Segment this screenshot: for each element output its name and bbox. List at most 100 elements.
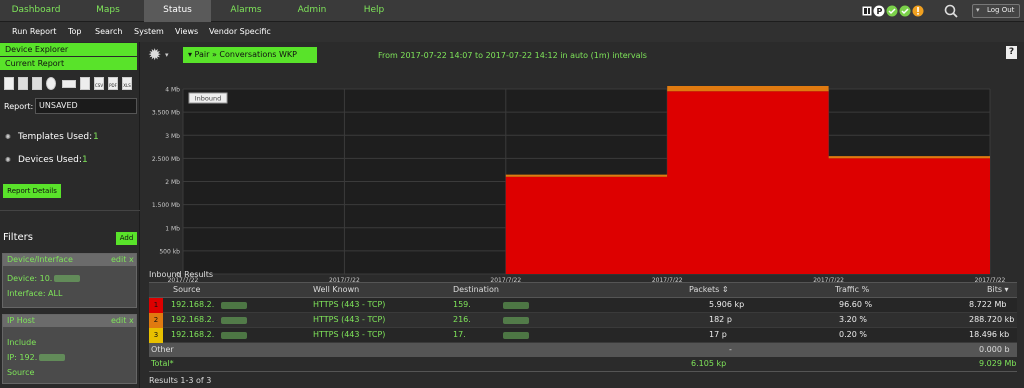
report-title-dropdown[interactable]: ▾ Pair » Conversations WKP bbox=[183, 47, 317, 63]
search-icon[interactable] bbox=[944, 4, 958, 18]
table-row[interactable]: 3 192.168.2. HTTPS (443 - TCP) 17. 17 p 0.20 … bbox=[149, 328, 1017, 343]
total-label: Total* bbox=[151, 359, 174, 368]
templates-used-count: 1 bbox=[93, 132, 99, 142]
chevron-down-icon: ▾ bbox=[976, 6, 980, 14]
cell-traffic: 96.60 % bbox=[839, 300, 873, 309]
filter-source-value: Source bbox=[7, 368, 35, 377]
devices-used-count: 1 bbox=[82, 155, 88, 165]
report-details-button[interactable]: Report Details bbox=[3, 184, 61, 198]
schedule-icon[interactable] bbox=[46, 77, 56, 90]
subnav-vendor-specific[interactable]: Vendor Specific bbox=[209, 22, 271, 42]
filter-include-value: Include bbox=[7, 338, 37, 347]
cell-bits: 18.496 kb bbox=[969, 330, 1010, 339]
nav-tab-maps[interactable]: Maps bbox=[72, 0, 144, 22]
redacted-text bbox=[503, 332, 529, 339]
subnav-search[interactable]: Search bbox=[95, 22, 122, 42]
nav-tab-help[interactable]: Help bbox=[343, 0, 405, 22]
table-row-other[interactable]: Other - 0.000 b bbox=[149, 343, 1017, 357]
cell-well-known: HTTPS (443 - TCP) bbox=[313, 315, 386, 324]
legend-label: Inbound bbox=[195, 95, 222, 103]
col-packets[interactable]: Packets ⇕ bbox=[689, 283, 729, 297]
redacted-text bbox=[54, 275, 81, 282]
y-tick-label: 1.500 Mb bbox=[152, 202, 180, 209]
chevron-down-icon[interactable]: ▾ bbox=[165, 51, 169, 59]
report-label: Report: bbox=[4, 102, 34, 111]
main-content: ✹ ▾ ▾ Pair » Conversations WKP From 2017… bbox=[141, 42, 1024, 388]
subnav-run-report[interactable]: Run Report bbox=[12, 22, 56, 42]
email-icon[interactable] bbox=[62, 80, 76, 88]
table-row-total: Total* 6.105 kp 9.029 Mb bbox=[149, 357, 1017, 372]
filter-device-interface: Device/Interface edit x Device: 10. Inte… bbox=[2, 253, 137, 308]
save-icon[interactable] bbox=[18, 77, 28, 90]
col-destination[interactable]: Destination bbox=[453, 283, 499, 297]
time-from-label: From bbox=[378, 51, 398, 60]
print-icon[interactable] bbox=[80, 77, 90, 90]
subnav-views[interactable]: Views bbox=[175, 22, 198, 42]
time-range: From 2017-07-22 14:07 to 2017-07-22 14:1… bbox=[378, 51, 647, 60]
csv-export-icon[interactable]: CSV bbox=[94, 77, 104, 90]
y-tick-label: 2 Mb bbox=[165, 179, 180, 186]
subnav-top[interactable]: Top bbox=[68, 22, 82, 42]
nav-tab-admin[interactable]: Admin bbox=[281, 0, 343, 22]
logout-button[interactable]: ▾ Log Out bbox=[972, 4, 1020, 18]
redacted-text bbox=[39, 354, 66, 361]
redacted-text bbox=[221, 317, 247, 324]
col-source[interactable]: Source bbox=[173, 283, 200, 297]
device-explorer-link[interactable]: Device Explorer bbox=[0, 43, 137, 56]
nav-tab-dashboard[interactable]: Dashboard bbox=[0, 0, 72, 22]
cell-traffic: 3.20 % bbox=[839, 315, 867, 324]
results-footer: Results 1-3 of 3 bbox=[149, 376, 212, 385]
y-tick-label: 4 Mb bbox=[165, 87, 180, 94]
svg-text:P: P bbox=[877, 7, 883, 16]
cell-destination: 216. bbox=[453, 315, 471, 324]
cell-packets: 17 p bbox=[709, 330, 727, 339]
pdf-export-icon[interactable]: PDF bbox=[108, 77, 118, 90]
subnav-system[interactable]: System bbox=[134, 22, 164, 42]
templates-used-label: Templates Used: bbox=[18, 132, 93, 142]
edit-filter-link[interactable]: edit bbox=[111, 315, 126, 327]
time-end[interactable]: 2017-07-22 14:12 bbox=[486, 51, 558, 60]
status-indicators[interactable]: P bbox=[862, 4, 934, 18]
time-start[interactable]: 2017-07-22 14:07 bbox=[400, 51, 472, 60]
cell-well-known: HTTPS (443 - TCP) bbox=[313, 330, 386, 339]
redacted-text bbox=[503, 317, 529, 324]
cell-source: 192.168.2. bbox=[171, 315, 215, 324]
y-tick-label: 2.500 Mb bbox=[152, 156, 180, 163]
cell-packets: 5.906 kp bbox=[709, 300, 745, 309]
edit-filter-link[interactable]: edit bbox=[111, 254, 126, 266]
sidebar: Device Explorer Current Report CSV PDF X… bbox=[0, 42, 140, 388]
filter-title: IP Host bbox=[7, 316, 35, 325]
row-color-index: 2 bbox=[149, 313, 163, 328]
table-row[interactable]: 1 192.168.2. HTTPS (443 - TCP) 159. 5.906 kp… bbox=[149, 298, 1017, 313]
save-as-icon[interactable] bbox=[32, 77, 42, 90]
col-traffic[interactable]: Traffic % bbox=[835, 283, 869, 297]
nav-tab-alarms[interactable]: Alarms bbox=[211, 0, 281, 22]
cell-destination: 17. bbox=[453, 330, 466, 339]
remove-filter-button[interactable]: x bbox=[129, 254, 134, 266]
filter-header: Device/Interface edit x bbox=[3, 254, 136, 266]
col-well-known[interactable]: Well Known bbox=[313, 283, 359, 297]
filter-device-value: Device: 10. bbox=[7, 274, 53, 283]
sub-navigation: Run Report Top Search System Views Vendo… bbox=[0, 22, 1024, 42]
gear-icon[interactable]: ✹ bbox=[148, 45, 161, 64]
help-icon[interactable]: ? bbox=[1006, 46, 1017, 59]
report-name-input[interactable]: UNSAVED bbox=[35, 98, 137, 114]
add-filter-button[interactable]: Add bbox=[116, 232, 137, 245]
new-report-icon[interactable] bbox=[4, 77, 14, 90]
remove-filter-button[interactable]: x bbox=[129, 315, 134, 327]
bullet-icon: ✺ bbox=[5, 156, 11, 164]
y-tick-label: 1 Mb bbox=[165, 225, 180, 232]
filter-ip-host: IP Host edit x Include IP: 192. Source bbox=[2, 314, 137, 384]
other-bits: 0.000 b bbox=[979, 345, 1010, 354]
cell-source: 192.168.2. bbox=[171, 330, 215, 339]
top-navigation: Dashboard Maps Status Alarms Admin Help … bbox=[0, 0, 1024, 22]
current-report-link[interactable]: Current Report bbox=[0, 57, 137, 70]
nav-tab-status[interactable]: Status bbox=[144, 0, 211, 22]
cell-packets: 182 p bbox=[709, 315, 732, 324]
table-row[interactable]: 2 192.168.2. HTTPS (443 - TCP) 216. 182 p 3.2… bbox=[149, 313, 1017, 328]
xls-export-icon[interactable]: XLS bbox=[122, 77, 132, 90]
other-packets: - bbox=[729, 345, 732, 354]
results-title: Inbound Results bbox=[149, 270, 214, 279]
col-bits[interactable]: Bits ▾ bbox=[987, 283, 1009, 297]
filter-ip-value: IP: 192. bbox=[7, 353, 38, 362]
